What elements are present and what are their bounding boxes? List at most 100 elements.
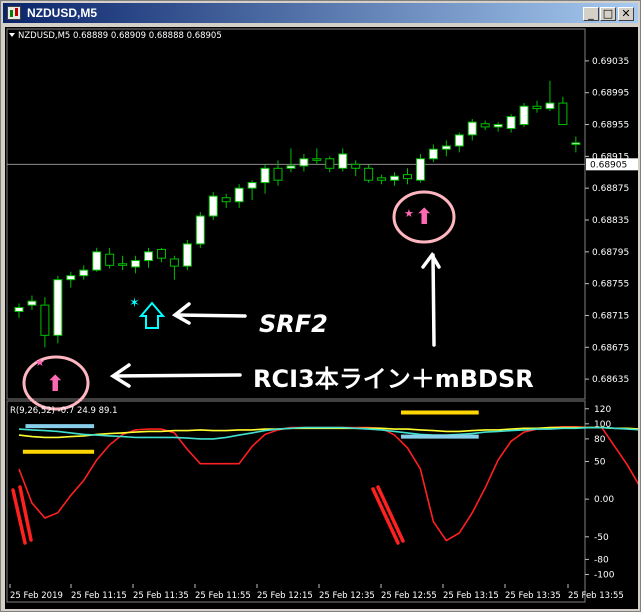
price-tick-label: 0.68955 <box>592 121 629 131</box>
price-tick-label: 0.68795 <box>592 248 629 258</box>
candle-body <box>118 263 128 266</box>
candle-body <box>79 269 89 277</box>
chart-area[interactable]: 0.69035 0.68995 0.68955 0.68915 0.68875 0.688… <box>5 27 638 609</box>
price-tick-label: 0.69035 <box>592 57 629 67</box>
indicator-label: R(9,26,52) -0.7 24.9 89.1 <box>10 406 118 416</box>
candle-body <box>403 174 412 180</box>
candle-body <box>273 167 283 181</box>
candle-body <box>364 167 374 181</box>
candle-body <box>325 158 335 169</box>
candle-body <box>545 102 555 110</box>
indicator-tick-label: -100 <box>594 570 615 580</box>
candle-body <box>467 121 477 136</box>
indicator-tick-label: 50 <box>594 457 606 467</box>
time-tick-label: 25 Feb 11:15 <box>71 591 127 601</box>
time-tick-label: 25 Feb 12:15 <box>257 591 313 601</box>
candle-body <box>558 102 568 126</box>
terminal-window: NZDUSD,M5 _ □ ✕ 0.69035 0.68995 0.68955 0.6… <box>0 0 641 612</box>
price-tick-label: 0.68675 <box>592 343 629 353</box>
candle-body <box>506 116 516 130</box>
indicator-tick-label: -80 <box>594 555 609 565</box>
candle-body <box>144 251 153 262</box>
candle-body <box>40 304 50 336</box>
star-marker-left: ★ <box>35 356 45 369</box>
price-tick-label: 0.68715 <box>592 311 629 321</box>
candle-body <box>105 253 115 266</box>
candle-body <box>390 175 400 181</box>
time-tick-label: 25 Feb 13:55 <box>568 591 624 601</box>
title-bar[interactable]: NZDUSD,M5 _ □ ✕ <box>3 3 638 23</box>
symbol-header: NZDUSD,M5 0.68889 0.68909 0.68888 0.6890… <box>18 31 222 41</box>
candle-body <box>182 243 192 267</box>
candle-body <box>519 105 529 126</box>
time-tick-label: 25 Feb 12:55 <box>381 591 437 601</box>
candle-body <box>92 251 102 271</box>
time-tick-label: 25 Feb 13:15 <box>443 591 499 601</box>
time-tick-label: 25 Feb 11:35 <box>133 591 189 601</box>
candle-body <box>480 123 490 128</box>
candle-body <box>571 142 581 145</box>
price-tick-label: 0.68635 <box>592 375 629 385</box>
candle-body <box>260 167 270 184</box>
candle-body <box>195 215 205 245</box>
restore-button[interactable]: □ <box>600 7 616 21</box>
candle-body <box>14 307 24 312</box>
candle-body <box>286 165 296 169</box>
candle-body <box>247 182 257 189</box>
candle-body <box>208 195 218 217</box>
candle-body <box>428 148 438 160</box>
candle-body <box>532 105 542 110</box>
srf2-annotation: SRF2 <box>259 310 328 338</box>
window-title: NZDUSD,M5 <box>27 6 98 20</box>
minimize-button[interactable]: _ <box>583 7 599 21</box>
rci-pointer-line <box>113 373 242 378</box>
candle-body <box>454 134 464 147</box>
vertical-pointer-line <box>431 253 436 347</box>
current-price-label: 0.68905 <box>590 160 627 170</box>
time-tick-label: 25 Feb 12:35 <box>319 591 375 601</box>
candle-body <box>53 279 63 336</box>
price-tick-label: 0.68835 <box>592 216 629 226</box>
candle-body <box>493 124 503 128</box>
candle-body <box>299 158 309 167</box>
symbol-dropdown-icon <box>9 33 15 37</box>
candle-body <box>312 158 322 161</box>
candle-body <box>66 275 76 281</box>
rci-annotation: RCI3本ライン＋mBDSR <box>253 365 534 393</box>
time-tick-label: 25 Feb 13:35 <box>505 591 561 601</box>
star-marker-right: ★ <box>404 207 414 220</box>
price-tick-label: 0.68875 <box>592 184 629 194</box>
candle-body <box>131 260 141 268</box>
chart-window-icon <box>7 6 21 20</box>
indicator-tick-label: 0.00 <box>594 495 614 505</box>
price-tick-label: 0.68755 <box>592 280 629 290</box>
indicator-tick-label: 120 <box>594 405 611 415</box>
candle-body <box>169 258 179 267</box>
candle-body <box>351 163 361 169</box>
pink-up-arrow-left: ⬆ <box>46 372 64 397</box>
candle-body <box>338 153 348 169</box>
pink-up-arrow-right: ⬆ <box>415 205 433 230</box>
candle-body <box>221 197 231 203</box>
price-tick-label: 0.68995 <box>592 89 629 99</box>
cyan-star-marker: ✶ <box>129 296 140 311</box>
vertical-pointer-head <box>421 251 441 269</box>
main-panel-frame <box>6 28 586 400</box>
candle-body <box>377 177 387 181</box>
red-highlight-stroke-3 <box>376 485 405 543</box>
cyan-up-arrow-outline <box>138 301 166 329</box>
indicator-tick-label: 80 <box>594 435 606 445</box>
candle-body <box>234 187 244 203</box>
indicator-tick-label: -50 <box>594 533 609 543</box>
time-tick-label: 25 Feb 2019 <box>10 591 63 601</box>
srf2-pointer-line <box>175 313 247 318</box>
candle-body <box>441 145 451 150</box>
time-tick-label: 25 Feb 11:55 <box>195 591 251 601</box>
chart-svg: 0.690350.689950.689550.689150.688750.688… <box>6 28 638 603</box>
candle-body <box>415 158 425 181</box>
close-button[interactable]: ✕ <box>618 7 634 21</box>
rci-line-0 <box>18 425 638 542</box>
candle-body <box>156 248 166 259</box>
candle-body <box>27 300 37 306</box>
red-highlight-stroke-2 <box>371 487 400 545</box>
